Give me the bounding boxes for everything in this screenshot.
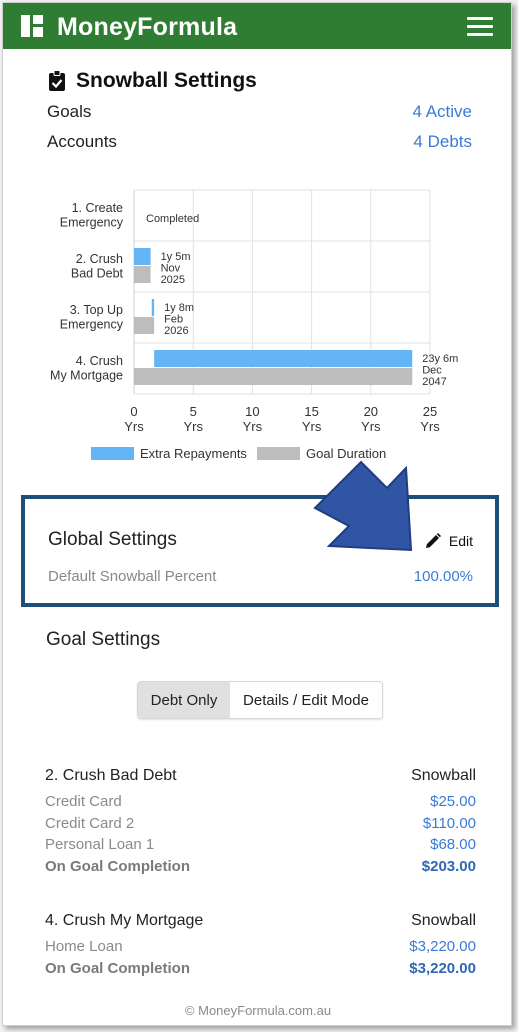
top-bar: MoneyFormula — [3, 3, 511, 49]
list-item: Credit Card $25.00 — [45, 791, 476, 813]
bar-goal-duration — [134, 317, 155, 334]
list-item: Personal Loan 1 $68.00 — [45, 834, 476, 856]
data-label: 1y 8m — [164, 302, 194, 314]
account-amount: $110.00 — [422, 814, 476, 832]
bar-goal-duration — [134, 266, 151, 283]
dashboard-logo-icon — [21, 15, 43, 37]
goals-label: Goals — [47, 102, 92, 121]
x-tick-label: 10 — [245, 404, 259, 419]
data-label: Nov — [161, 263, 181, 275]
total-amount: $3,220.00 — [409, 959, 476, 977]
x-tick-unit: Yrs — [420, 419, 440, 434]
accounts-debts-link[interactable]: 4 Debts — [413, 132, 472, 152]
data-label: Completed — [146, 213, 199, 225]
chart-svg: 1. CreateEmergency Completed2. CrushBad D… — [50, 189, 458, 461]
category-label: 3. Top Up — [70, 303, 123, 317]
data-label: Dec — [422, 365, 442, 377]
category-label: Emergency — [60, 318, 124, 332]
goals-active-link[interactable]: 4 Active — [412, 102, 472, 122]
account-amount: $25.00 — [430, 793, 476, 810]
total-label: On Goal Completion — [45, 857, 190, 875]
goal-block-crush-bad-debt: 2. Crush Bad Debt Snowball Credit Card $… — [45, 767, 476, 877]
accounts-label: Accounts — [47, 132, 117, 151]
x-tick-label: 5 — [190, 404, 197, 419]
snowball-settings-title: Snowball Settings — [76, 69, 257, 92]
x-tick-label: 20 — [364, 404, 378, 419]
goal-total-row: On Goal Completion $203.00 — [45, 856, 476, 878]
goal-total-row: On Goal Completion $3,220.00 — [45, 958, 476, 980]
bar-goal-duration — [134, 368, 413, 385]
account-name: Personal Loan 1 — [45, 836, 155, 853]
default-snowball-percent-value: 100.00% — [413, 568, 473, 585]
bar-extra-repayments — [134, 248, 151, 265]
data-label: Feb — [164, 314, 183, 326]
data-label: 2025 — [161, 274, 185, 286]
goal-timeline-chart: 1. Create Emergency Completed 2. Crush Bad D… — [3, 183, 511, 473]
legend-label-extra-repayments: Extra Repayments — [140, 446, 247, 461]
brand-name[interactable]: MoneyFormula — [57, 13, 237, 42]
category-label: 1. Create — [72, 201, 123, 215]
x-tick-unit: Yrs — [183, 419, 203, 434]
data-label: 2026 — [164, 325, 188, 337]
clipboard-check-icon — [49, 70, 65, 91]
hamburger-menu-icon[interactable] — [467, 17, 493, 37]
goal-name: 4. Crush My Mortgage — [45, 912, 204, 929]
list-item: Credit Card 2 $110.00 — [45, 813, 476, 835]
x-tick-unit: Yrs — [124, 419, 144, 434]
global-settings-title: Global Settings — [48, 529, 177, 550]
data-label: 2047 — [422, 376, 446, 388]
pencil-icon — [425, 533, 441, 548]
data-label: 1y 5m — [161, 251, 191, 263]
x-tick-label: 15 — [304, 404, 318, 419]
footer-copyright: © MoneyFormula.com.au — [184, 1003, 332, 1018]
edit-label: Edit — [448, 533, 473, 549]
category-label: My Mortgage — [50, 369, 123, 383]
app-frame: MoneyFormula Snowball Settings Goals 4 A… — [2, 2, 512, 1026]
global-settings-box: Global Settings Edit Default Snowball Pe… — [21, 495, 499, 607]
account-amount: $3,220.00 — [409, 938, 476, 955]
category-label: 2. Crush — [76, 252, 123, 266]
category-label: Emergency — [60, 216, 124, 230]
tab-details-edit-mode[interactable]: Details / Edit Mode — [230, 682, 382, 718]
total-amount: $203.00 — [421, 857, 476, 875]
category-label: 4. Crush — [76, 354, 123, 368]
goal-settings-title: Goal Settings — [46, 629, 161, 650]
legend-label-goal-duration: Goal Duration — [306, 446, 386, 461]
data-label: 23y 6m — [422, 353, 458, 365]
account-name: Credit Card 2 — [45, 814, 135, 832]
x-tick-unit: Yrs — [302, 419, 322, 434]
category-label: Bad Debt — [71, 267, 124, 281]
account-amount: $68.00 — [430, 836, 476, 853]
goal-block-crush-my-mortgage: 4. Crush My Mortgage Snowball Home Loan … — [45, 912, 476, 979]
edit-button[interactable]: Edit — [425, 533, 473, 549]
x-tick-unit: Yrs — [361, 419, 381, 434]
list-item: Home Loan $3,220.00 — [45, 936, 476, 958]
goal-block-header: 4. Crush My Mortgage Snowball — [45, 912, 476, 930]
legend-swatch-extra-repayments — [91, 447, 134, 460]
view-mode-toggle: Debt Only Details / Edit Mode — [137, 681, 383, 719]
goal-mode: Snowball — [411, 912, 476, 929]
snowball-settings-heading: Snowball Settings — [48, 69, 257, 93]
total-label: On Goal Completion — [45, 959, 190, 977]
x-tick-label: 25 — [423, 404, 437, 419]
x-tick-label: 0 — [130, 404, 137, 419]
goal-block-header: 2. Crush Bad Debt Snowball — [45, 767, 476, 785]
goal-name: 2. Crush Bad Debt — [45, 767, 177, 784]
x-tick-unit: Yrs — [243, 419, 263, 434]
default-snowball-percent-label: Default Snowball Percent — [48, 568, 217, 585]
account-name: Home Loan — [45, 938, 123, 955]
accounts-row: Accounts 4 Debts — [47, 132, 472, 152]
account-name: Credit Card — [45, 793, 122, 810]
tab-debt-only[interactable]: Debt Only — [138, 682, 230, 718]
goals-row: Goals 4 Active — [47, 102, 472, 122]
goal-mode: Snowball — [411, 767, 476, 784]
legend-swatch-goal-duration — [257, 447, 300, 460]
bar-extra-repayments — [151, 299, 155, 316]
bar-extra-repayments — [154, 350, 413, 367]
